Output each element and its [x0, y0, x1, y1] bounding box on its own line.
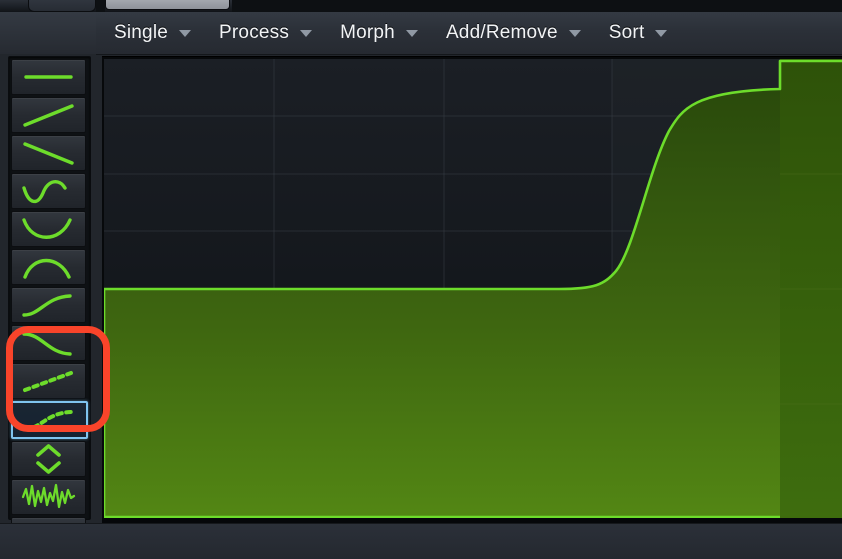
- chevron-down-icon: [179, 29, 192, 37]
- menu-add-remove[interactable]: Add/Remove: [432, 12, 595, 54]
- top-toolbar-divider: [96, 0, 105, 12]
- shape-graph-frame: [102, 56, 842, 521]
- shape-preset-flat-line[interactable]: [11, 59, 86, 95]
- chevron-down-icon: [300, 29, 313, 37]
- menu-morph-label: Morph: [340, 22, 395, 43]
- partial-toolbar-button[interactable]: [28, 0, 96, 12]
- shape-preset-stepped-s-curve[interactable]: [11, 401, 88, 439]
- shape-preset-ease-in-out-down[interactable]: [11, 325, 86, 361]
- top-toolbar-right-filler: [232, 0, 842, 12]
- shape-preset-sine[interactable]: [11, 173, 86, 209]
- menu-single[interactable]: Single: [100, 12, 205, 54]
- menu-sort-label: Sort: [608, 22, 645, 43]
- top-partial-toolbar: [0, 0, 842, 12]
- shape-preset-noise-waveform[interactable]: [11, 479, 86, 515]
- menu-bar: Single Process Morph Add/Remove Sort: [0, 12, 842, 55]
- menu-add-remove-label: Add/Remove: [445, 22, 558, 43]
- shape-graph-svg: [104, 59, 842, 519]
- chevron-down-icon: [655, 29, 668, 37]
- menu-single-label: Single: [114, 22, 169, 43]
- shape-preset-list: [11, 59, 88, 555]
- menu-sort[interactable]: Sort: [595, 12, 682, 54]
- shape-graph-canvas[interactable]: [104, 59, 842, 519]
- partial-toolbar-slider[interactable]: [105, 0, 230, 10]
- chevron-down-icon: [405, 29, 418, 37]
- menu-process[interactable]: Process: [205, 12, 326, 54]
- menu-bar-left-pad: [0, 12, 96, 54]
- shape-preset-hill-curve[interactable]: [11, 249, 86, 285]
- shape-preset-ramp-down[interactable]: [11, 135, 86, 171]
- chevron-down-icon: [568, 29, 581, 37]
- menu-morph[interactable]: Morph: [326, 12, 432, 54]
- lfo-shape-editor-window: Single Process Morph Add/Remove Sort: [0, 0, 842, 559]
- shape-preset-stepped-ramp-up[interactable]: [11, 363, 86, 399]
- shape-preset-diamond-arrows[interactable]: [11, 441, 86, 477]
- shape-preset-ramp-up[interactable]: [11, 97, 86, 133]
- shape-preset-ease-in-out-up[interactable]: [11, 287, 86, 323]
- menu-bar-items: Single Process Morph Add/Remove Sort: [100, 12, 681, 54]
- bottom-toolbar-area: [0, 523, 842, 559]
- shape-preset-sidebar: [0, 54, 110, 559]
- menu-process-label: Process: [219, 22, 290, 43]
- shape-preset-valley-curve[interactable]: [11, 211, 86, 247]
